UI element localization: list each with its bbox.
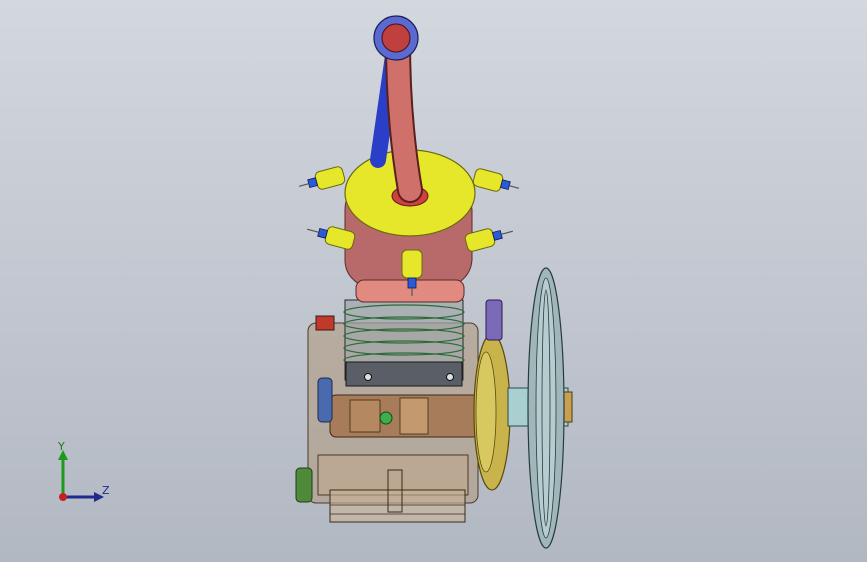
z-axis-label: Z xyxy=(102,484,110,497)
drain-plug xyxy=(295,467,313,503)
origin-dot xyxy=(59,493,67,501)
graphics-viewport[interactable]: Y Z xyxy=(0,0,867,562)
exhaust-pipe[interactable] xyxy=(370,15,423,203)
pulley[interactable] xyxy=(527,267,565,549)
oil-cap xyxy=(315,315,335,331)
cylinder-barrel[interactable] xyxy=(343,299,465,387)
engine-model-view[interactable] xyxy=(0,0,867,562)
y-axis-label: Y xyxy=(58,440,65,453)
coordinate-triad: Y Z xyxy=(48,440,118,510)
flywheel[interactable] xyxy=(473,299,511,491)
bearing-left xyxy=(317,377,333,423)
